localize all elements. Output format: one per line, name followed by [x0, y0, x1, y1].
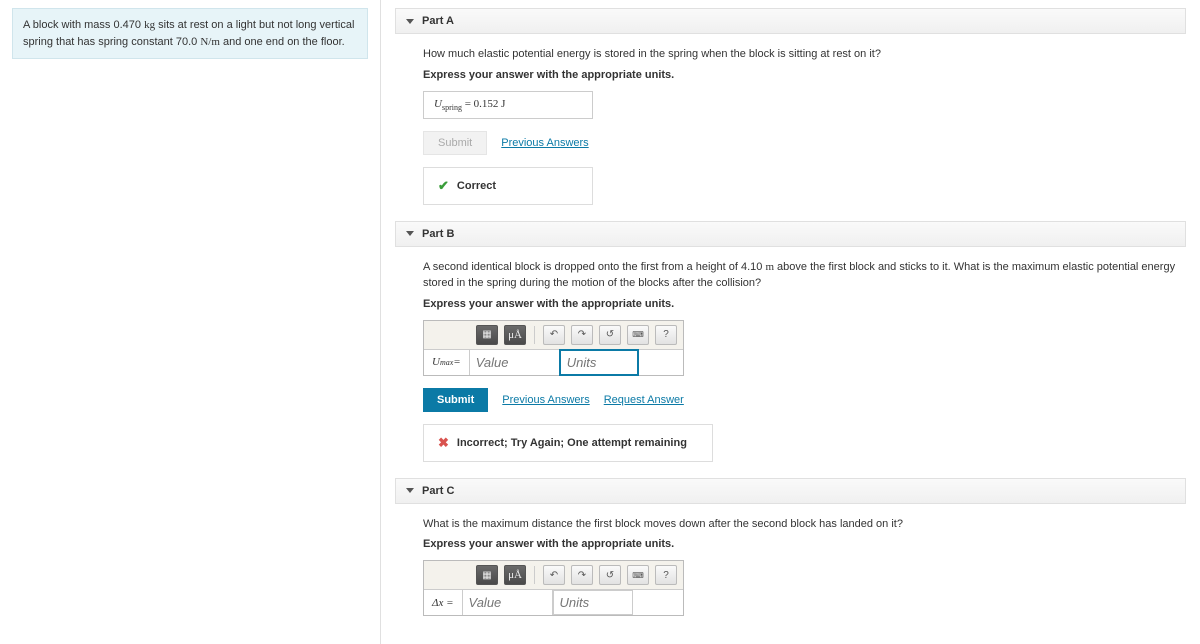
keyboard-button[interactable]: ⌨ [627, 565, 649, 585]
previous-answers-link[interactable]: Previous Answers [501, 137, 588, 149]
value-input[interactable] [470, 350, 560, 375]
symbols-button[interactable]: μÅ [504, 565, 526, 585]
answer-value: = 0.152 J [462, 98, 505, 110]
reset-button[interactable]: ↺ [599, 325, 621, 345]
part-b-question: A second identical block is dropped onto… [423, 259, 1178, 292]
part-b-title: Part B [422, 228, 454, 240]
template-button[interactable]: ▦ [476, 325, 498, 345]
units-input-c[interactable] [553, 590, 633, 615]
undo-button[interactable]: ↶ [543, 565, 565, 585]
submit-button-disabled: Submit [423, 131, 487, 155]
qb-before: A second identical block is dropped onto… [423, 261, 765, 273]
submit-button[interactable]: Submit [423, 388, 488, 412]
feedback-text: Incorrect; Try Again; One attempt remain… [457, 437, 687, 449]
part-b-instruction: Express your answer with the appropriate… [423, 298, 1178, 310]
check-icon: ✔ [438, 178, 449, 194]
keyboard-button[interactable]: ⌨ [627, 325, 649, 345]
redo-button[interactable]: ↷ [571, 325, 593, 345]
height-unit: m [765, 261, 774, 273]
feedback-incorrect: ✖ Incorrect; Try Again; One attempt rema… [423, 424, 713, 462]
previous-answers-link[interactable]: Previous Answers [502, 394, 589, 406]
chevron-down-icon [406, 488, 414, 493]
input-toolbar: ▦ μÅ ↶ ↷ ↺ ⌨ ? [424, 321, 683, 350]
problem-text: A block with mass 0.470 [23, 19, 144, 31]
units-input[interactable] [559, 349, 639, 376]
input-toolbar-c: ▦ μÅ ↶ ↷ ↺ ⌨ ? [424, 561, 683, 590]
spring-constant-unit: N/m [200, 36, 220, 48]
feedback-correct: ✔ Correct [423, 167, 593, 205]
part-c-question: What is the maximum distance the first b… [423, 516, 1178, 533]
x-icon: ✖ [438, 435, 449, 451]
answer-var: U [434, 98, 442, 110]
feedback-text: Correct [457, 180, 496, 192]
request-answer-link[interactable]: Request Answer [604, 394, 684, 406]
help-button[interactable]: ? [655, 325, 677, 345]
part-b-header[interactable]: Part B [395, 221, 1186, 247]
part-a-title: Part A [422, 15, 454, 27]
answer-sub: spring [442, 103, 462, 112]
part-c-instruction: Express your answer with the appropriate… [423, 538, 1178, 550]
template-button[interactable]: ▦ [476, 565, 498, 585]
value-input-c[interactable] [463, 590, 553, 615]
problem-text-after: and one end on the floor. [220, 36, 345, 48]
part-c-title: Part C [422, 485, 454, 497]
reset-button[interactable]: ↺ [599, 565, 621, 585]
chevron-down-icon [406, 19, 414, 24]
part-a-header[interactable]: Part A [395, 8, 1186, 34]
chevron-down-icon [406, 231, 414, 236]
part-a-question: How much elastic potential energy is sto… [423, 46, 1178, 63]
variable-label: Umax = [424, 350, 470, 375]
answer-input-frame-c: ▦ μÅ ↶ ↷ ↺ ⌨ ? Δx = [423, 560, 684, 616]
symbols-button[interactable]: μÅ [504, 325, 526, 345]
answer-input-frame: ▦ μÅ ↶ ↷ ↺ ⌨ ? Umax = [423, 320, 684, 376]
redo-button[interactable]: ↷ [571, 565, 593, 585]
undo-button[interactable]: ↶ [543, 325, 565, 345]
variable-label-c: Δx = [424, 590, 463, 615]
part-c-header[interactable]: Part C [395, 478, 1186, 504]
help-button[interactable]: ? [655, 565, 677, 585]
part-a-instruction: Express your answer with the appropriate… [423, 69, 1178, 81]
part-a-answer: Uspring = 0.152 J [423, 91, 593, 119]
mass-unit: kg [144, 19, 155, 31]
problem-statement: A block with mass 0.470 kg sits at rest … [12, 8, 368, 59]
